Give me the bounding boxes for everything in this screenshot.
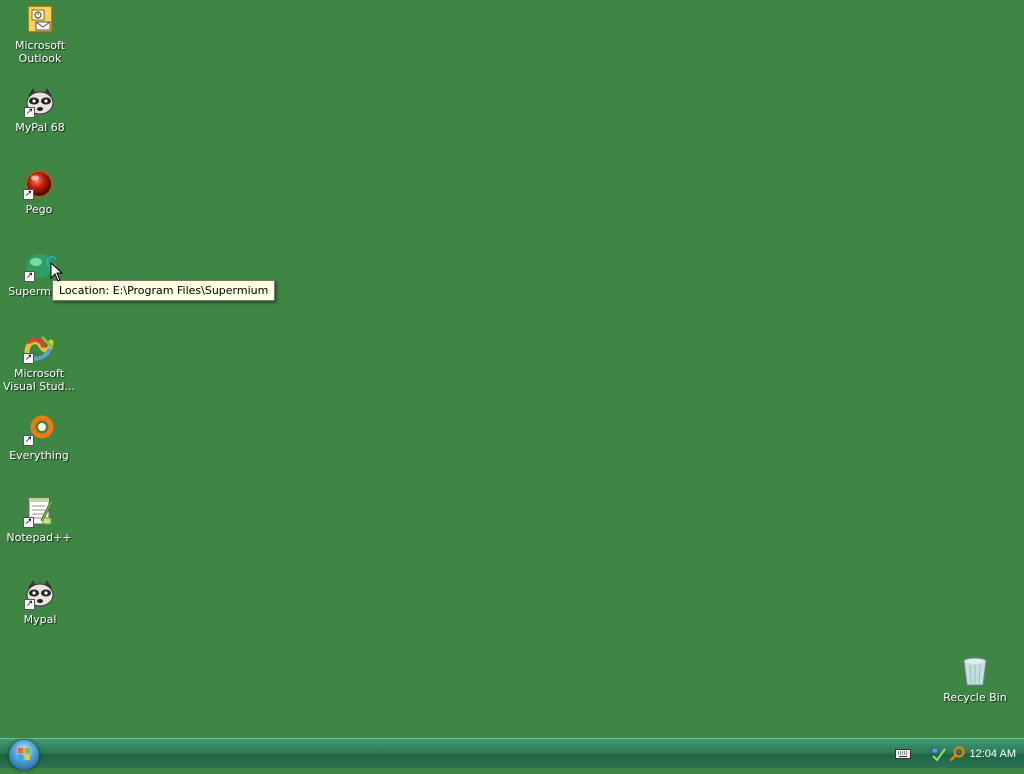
notepad-icon: ↗ xyxy=(23,496,55,528)
desktop-icon-microsoft-outlook[interactable]: Microsoft Outlook xyxy=(1,4,79,65)
keyboard-icon[interactable] xyxy=(894,745,912,763)
desktop-icon-mypal-68[interactable]: ↗ MyPal 68 xyxy=(1,86,79,134)
red-sphere-icon: ↗ xyxy=(23,168,55,200)
mouse-cursor-icon xyxy=(50,262,64,282)
desktop-icon-label: Pego xyxy=(25,203,53,216)
raccoon-icon: ↗ xyxy=(24,578,56,610)
taskbar-clock[interactable]: 12:04 AM xyxy=(970,748,1016,760)
desktop-icon-label: Recycle Bin xyxy=(943,691,1007,704)
desktop-icon-label: Notepad++ xyxy=(6,531,72,544)
desktop-icon-pego[interactable]: ↗ Pego xyxy=(0,168,78,216)
desktop-icon-notepad-plus-plus[interactable]: ↗ Notepad++ xyxy=(0,496,78,544)
icon-location-tooltip: Location: E:\Program Files\Supermium xyxy=(52,280,276,301)
magnifier-ring-icon: ↗ xyxy=(23,414,55,446)
desktop-icon-recycle-bin[interactable]: Recycle Bin xyxy=(936,656,1014,704)
shortcut-arrow-icon: ↗ xyxy=(24,107,35,118)
network-icon[interactable] xyxy=(930,745,948,763)
shortcut-arrow-icon: ↗ xyxy=(23,517,34,528)
windows-orb-icon xyxy=(18,748,30,760)
shortcut-arrow-icon: ↗ xyxy=(23,189,34,200)
shortcut-arrow-icon: ↗ xyxy=(23,353,34,364)
start-button[interactable] xyxy=(9,740,39,770)
shortcut-arrow-icon: ↗ xyxy=(23,435,34,446)
shortcut-arrow-icon: ↗ xyxy=(24,599,35,610)
raccoon-icon: ↗ xyxy=(24,86,56,118)
desktop-icon-microsoft-visual-studio[interactable]: ↗ Microsoft Visual Stud... xyxy=(0,332,78,393)
desktop-icon-label: Microsoft Visual Stud... xyxy=(2,367,76,393)
desktop-icon-label: Everything xyxy=(9,449,69,462)
shortcut-arrow-icon: ↗ xyxy=(24,271,35,282)
desktop-icon-label: Mypal xyxy=(23,613,57,626)
desktop-icon-label: MyPal 68 xyxy=(15,121,65,134)
desktop-icon-mypal[interactable]: ↗ Mypal xyxy=(1,578,79,626)
outlook-icon xyxy=(24,4,56,36)
system-tray: 12:04 AM xyxy=(894,739,1024,768)
taskbar: 12:04 AM xyxy=(0,738,1024,770)
desktop-icon-label: Microsoft Outlook xyxy=(14,39,66,65)
desktop-icon-everything[interactable]: ↗ Everything xyxy=(0,414,78,462)
recycle-bin-icon xyxy=(959,656,991,688)
visual-studio-icon: ↗ xyxy=(23,332,55,364)
desktop[interactable]: Microsoft Outlook ↗ MyPal 68 ↗ Pego ↗ Su… xyxy=(0,0,1024,738)
search-icon[interactable] xyxy=(948,745,966,763)
